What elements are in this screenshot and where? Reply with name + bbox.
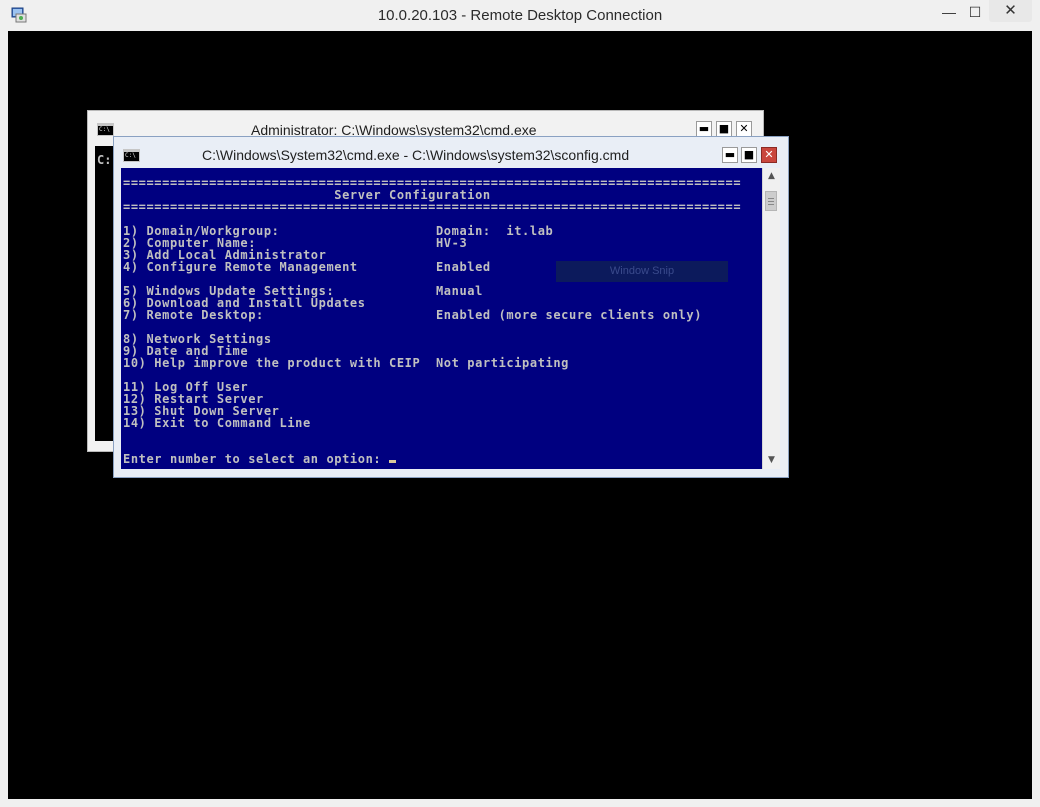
console-icon: C:\ [97, 123, 114, 136]
sconfig-console[interactable]: ========================================… [121, 168, 762, 469]
scrollbar-thumb[interactable] [765, 191, 777, 211]
scroll-up-arrow-icon[interactable]: ▲ [763, 168, 780, 185]
window-snip-overlay: Window Snip [556, 261, 728, 282]
console-line: 10) Help improve the product with CEIP N… [123, 356, 570, 370]
console-line: 14) Exit to Command Line [123, 416, 311, 430]
console-scrollbar[interactable]: ▲ ▼ [762, 168, 780, 469]
console-line: 7) Remote Desktop: Enabled (more secure … [123, 308, 703, 322]
scroll-down-arrow-icon[interactable]: ▼ [763, 452, 780, 469]
admin-console-prompt: C: [97, 153, 112, 167]
rdp-titlebar: 10.0.20.103 - Remote Desktop Connection … [0, 0, 1040, 31]
admin-console-area[interactable]: C: [95, 146, 115, 441]
sconfig-cmd-window[interactable]: C:\ C:\Windows\System32\cmd.exe - C:\Win… [113, 136, 789, 478]
sconfig-close-button[interactable]: ✕ [761, 147, 777, 163]
text-cursor [389, 460, 397, 463]
admin-close-button[interactable]: ✕ [736, 121, 752, 137]
sconfig-minimize-button[interactable]: ▬ [722, 147, 738, 163]
sconfig-maximize-button[interactable]: ■ [741, 147, 757, 163]
admin-minimize-button[interactable]: ▬ [696, 121, 712, 137]
rdp-close-button[interactable]: ✕ [989, 0, 1032, 22]
console-line: Enter number to select an option: [123, 452, 390, 466]
sconfig-window-title: C:\Windows\System32\cmd.exe - C:\Windows… [202, 147, 630, 163]
console-line: 4) Configure Remote Management Enabled [123, 260, 491, 274]
console-line: ========================================… [123, 200, 742, 214]
console-output: ========================================… [123, 177, 741, 465]
rdp-maximize-button[interactable]: ☐ [962, 3, 988, 23]
rdp-minimize-button[interactable]: — [936, 3, 962, 23]
console-icon: C:\ [123, 149, 140, 162]
rdp-window-title: 10.0.20.103 - Remote Desktop Connection [377, 7, 663, 24]
admin-maximize-button[interactable]: ■ [716, 121, 732, 137]
rdp-window-border [0, 799, 1040, 807]
